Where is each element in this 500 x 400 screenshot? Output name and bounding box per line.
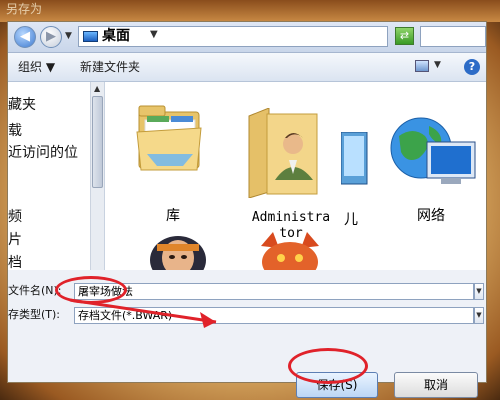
- filetype-label: 存类型(T):: [8, 308, 61, 321]
- item-label-library[interactable]: 库: [153, 208, 193, 224]
- annotation-arrow: [69, 298, 217, 328]
- window-title: 另存为: [6, 2, 43, 16]
- filename-label: 文件名(N):: [8, 284, 62, 297]
- refresh-button[interactable]: ⇄: [395, 27, 414, 45]
- item-label-network[interactable]: 网络: [411, 208, 451, 224]
- nav-scrollbar[interactable]: ▲: [90, 82, 104, 270]
- back-button[interactable]: ◀: [14, 26, 36, 48]
- annotation-ellipse-save: [288, 348, 368, 384]
- navigation-pane: 藏夹 载 近访问的位 频 片 档 ▲: [8, 82, 105, 270]
- toolbar: 组织 ▼ 新建文件夹 ▼ ?: [8, 53, 486, 82]
- forward-button[interactable]: ▶: [40, 26, 62, 48]
- game-monster-icon[interactable]: [255, 232, 325, 270]
- nav-item-recent-places[interactable]: 近访问的位: [8, 144, 78, 162]
- nav-item-downloads[interactable]: 载: [8, 122, 22, 140]
- game-character-icon[interactable]: [143, 230, 213, 270]
- new-folder-button[interactable]: 新建文件夹: [80, 59, 140, 75]
- current-location: 桌面: [102, 28, 130, 44]
- nav-item-favorites[interactable]: 藏夹: [8, 96, 36, 114]
- arrow-right-icon: ▶: [46, 29, 56, 44]
- help-icon[interactable]: ?: [464, 59, 480, 75]
- user-folder-icon[interactable]: [245, 108, 325, 198]
- address-bar-row: ◀ ▶ ▼ 桌面 ▼ ▼ ⇄: [8, 22, 486, 53]
- nav-scroll-thumb[interactable]: [92, 96, 103, 188]
- search-input[interactable]: [420, 26, 486, 47]
- view-icon[interactable]: [415, 60, 429, 72]
- desktop-icon: [83, 31, 98, 42]
- view-dropdown[interactable]: ▼: [434, 60, 441, 70]
- nav-item-pictures[interactable]: 片: [8, 231, 22, 249]
- cancel-button[interactable]: 取消: [394, 372, 478, 398]
- library-folder-icon[interactable]: [135, 102, 205, 182]
- nav-item-videos[interactable]: 频: [8, 208, 22, 226]
- address-box[interactable]: 桌面 ▼ ▼: [78, 26, 445, 47]
- recent-locations-dropdown[interactable]: ▼: [65, 31, 72, 41]
- title-bar: 另存为: [0, 0, 500, 22]
- file-list: 库 Administra tor 儿 网络: [105, 82, 486, 270]
- chevron-down-icon[interactable]: ▼: [150, 29, 158, 40]
- computer-icon[interactable]: [341, 132, 371, 202]
- scroll-up-icon[interactable]: ▲: [94, 84, 100, 93]
- arrow-left-icon: ◀: [20, 29, 30, 44]
- refresh-icon: ⇄: [399, 29, 410, 42]
- filename-dropdown[interactable]: ▼: [474, 283, 484, 300]
- nav-item-documents[interactable]: 档: [8, 254, 22, 270]
- item-label-computer[interactable]: 儿: [341, 212, 361, 228]
- network-globe-icon[interactable]: [385, 112, 485, 202]
- organize-button[interactable]: 组织 ▼: [18, 59, 55, 75]
- filetype-dropdown[interactable]: ▼: [474, 307, 484, 324]
